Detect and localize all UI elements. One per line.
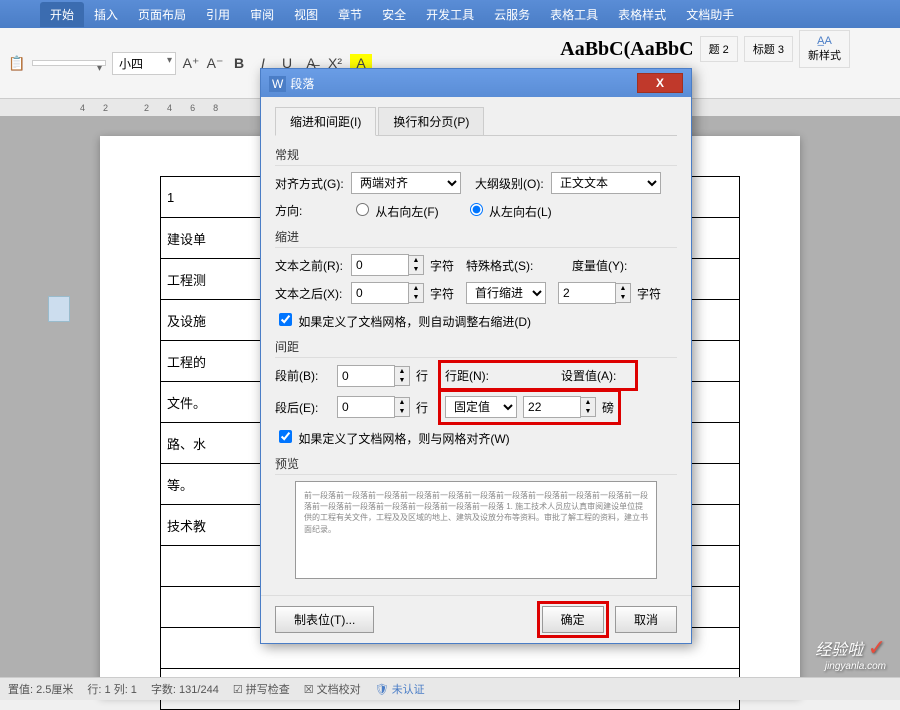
close-button[interactable]: X (637, 73, 683, 93)
nav-panel-icon[interactable] (48, 296, 70, 322)
watermark: 经验啦 ✓ jingyanla.com (815, 635, 886, 672)
unit-label: 磅 (602, 399, 614, 416)
unit-label: 行 (416, 399, 428, 416)
tab-line-break[interactable]: 换行和分页(P) (378, 107, 484, 136)
spin-up-icon[interactable]: ▲ (616, 284, 630, 293)
direction-rtl[interactable]: 从右向左(F) (351, 200, 439, 220)
status-bar: 置值: 2.5厘米 行: 1 列: 1 字数: 131/244 ☑ 拼写检查 ☒… (0, 677, 900, 700)
special-format-label: 特殊格式(S): (466, 257, 536, 274)
status-rowcol: 行: 1 列: 1 (87, 681, 137, 697)
group-indent: 缩进 (275, 228, 677, 248)
cancel-button[interactable]: 取消 (615, 606, 677, 633)
font-size-dropdown[interactable]: 小四 (112, 52, 176, 75)
tab-view[interactable]: 视图 (284, 2, 328, 27)
check-icon: ✓ (868, 635, 886, 660)
after-text-input[interactable] (351, 282, 409, 304)
tab-review[interactable]: 审阅 (240, 2, 284, 27)
style-heading3[interactable]: 标题 3 (744, 36, 793, 62)
unit-label: 字符 (637, 285, 661, 302)
style-preview[interactable]: AaBbC(AaBbC (560, 38, 693, 61)
spin-down-icon[interactable]: ▼ (409, 265, 423, 274)
spin-up-icon[interactable]: ▲ (395, 398, 409, 407)
group-general: 常规 (275, 146, 677, 166)
outline-select[interactable]: 正文文本 (551, 172, 661, 194)
dialog-tabs: 缩进和间距(I) 换行和分页(P) (275, 107, 677, 136)
tab-chapter[interactable]: 章节 (328, 2, 372, 27)
spin-up-icon[interactable]: ▲ (395, 367, 409, 376)
tab-start[interactable]: 开始 (40, 2, 84, 27)
before-text-label: 文本之前(R): (275, 257, 345, 274)
tabstops-button[interactable]: 制表位(T)... (275, 606, 374, 633)
after-para-input[interactable] (337, 396, 395, 418)
tab-indent-spacing[interactable]: 缩进和间距(I) (275, 107, 376, 136)
unit-label: 字符 (430, 257, 454, 274)
decrease-font-icon[interactable]: A⁻ (206, 54, 224, 72)
rtl-radio[interactable] (356, 203, 369, 216)
after-text-label: 文本之后(X): (275, 285, 345, 302)
direction-label: 方向: (275, 202, 345, 219)
increase-font-icon[interactable]: A⁺ (182, 54, 200, 72)
measure-label: 度量值(Y): (572, 257, 642, 274)
group-preview: 预览 (275, 455, 677, 475)
preview-box: 前一段落前一段落前一段落前一段落前一段落前一段落前一段落前一段落前一段落前一段落… (295, 481, 657, 579)
new-style-button[interactable]: A̲A新样式 (799, 30, 850, 68)
status-wordcount[interactable]: 字数: 131/244 (151, 681, 219, 697)
setvalue-label: 设置值(A): (561, 367, 631, 384)
tab-ref[interactable]: 引用 (196, 2, 240, 27)
measure-input[interactable] (558, 282, 616, 304)
setvalue-input[interactable] (523, 396, 581, 418)
linespace-select[interactable]: 固定值 (445, 396, 517, 418)
paragraph-dialog: W 段落 X 缩进和间距(I) 换行和分页(P) 常规 对齐方式(G): 两端对齐… (260, 68, 692, 644)
before-para-label: 段前(B): (275, 367, 331, 384)
paste-icon[interactable]: 📋 (8, 54, 26, 72)
ok-button[interactable]: 确定 (542, 606, 604, 633)
spin-down-icon[interactable]: ▼ (395, 407, 409, 416)
main-tabbar: 开始 插入 页面布局 引用 审阅 视图 章节 安全 开发工具 云服务 表格工具 … (0, 0, 900, 28)
status-cert[interactable]: 🛡 未认证 (375, 681, 425, 697)
linespace-label: 行距(N): (445, 367, 515, 384)
after-para-label: 段后(E): (275, 399, 331, 416)
styles-gallery: AaBbC(AaBbC 题 2 标题 3 A̲A新样式 (560, 30, 850, 68)
unit-label: 字符 (430, 285, 454, 302)
before-text-input[interactable] (351, 254, 409, 276)
tab-docassist[interactable]: 文档助手 (676, 2, 744, 27)
font-name-dropdown[interactable] (32, 60, 106, 66)
tab-security[interactable]: 安全 (372, 2, 416, 27)
special-format-select[interactable]: 首行缩进 (466, 282, 546, 304)
tab-dev[interactable]: 开发工具 (416, 2, 484, 27)
before-para-input[interactable] (337, 365, 395, 387)
spin-up-icon[interactable]: ▲ (409, 256, 423, 265)
dialog-titlebar[interactable]: W 段落 X (261, 69, 691, 97)
spin-down-icon[interactable]: ▼ (409, 293, 423, 302)
app-icon: W (269, 76, 286, 92)
bold-icon[interactable]: B (230, 54, 248, 72)
spin-down-icon[interactable]: ▼ (616, 293, 630, 302)
tab-tabletool[interactable]: 表格工具 (540, 2, 608, 27)
tab-tablestyle[interactable]: 表格样式 (608, 2, 676, 27)
grid-align-checkbox[interactable]: 如果定义了文档网格，则与网格对齐(W) (275, 427, 510, 447)
tab-cloud[interactable]: 云服务 (484, 2, 540, 27)
status-spellcheck[interactable]: ☑ 拼写检查 (233, 681, 290, 697)
outline-label: 大纲级别(O): (475, 175, 545, 192)
tab-insert[interactable]: 插入 (84, 2, 128, 27)
status-position: 置值: 2.5厘米 (8, 681, 73, 697)
spin-down-icon[interactable]: ▼ (581, 407, 595, 416)
dialog-title: 段落 (290, 77, 314, 91)
grid-indent-checkbox[interactable]: 如果定义了文档网格，则自动调整右缩进(D) (275, 310, 531, 330)
alignment-select[interactable]: 两端对齐 (351, 172, 461, 194)
style-heading2[interactable]: 题 2 (700, 36, 738, 62)
status-proof[interactable]: ☒ 文档校对 (304, 681, 361, 697)
ltr-radio[interactable] (470, 203, 483, 216)
tab-layout[interactable]: 页面布局 (128, 2, 196, 27)
group-spacing: 间距 (275, 338, 677, 358)
spin-down-icon[interactable]: ▼ (395, 376, 409, 385)
spin-up-icon[interactable]: ▲ (581, 398, 595, 407)
unit-label: 行 (416, 367, 428, 384)
spin-up-icon[interactable]: ▲ (409, 284, 423, 293)
alignment-label: 对齐方式(G): (275, 175, 345, 192)
direction-ltr[interactable]: 从左向右(L) (465, 200, 552, 220)
